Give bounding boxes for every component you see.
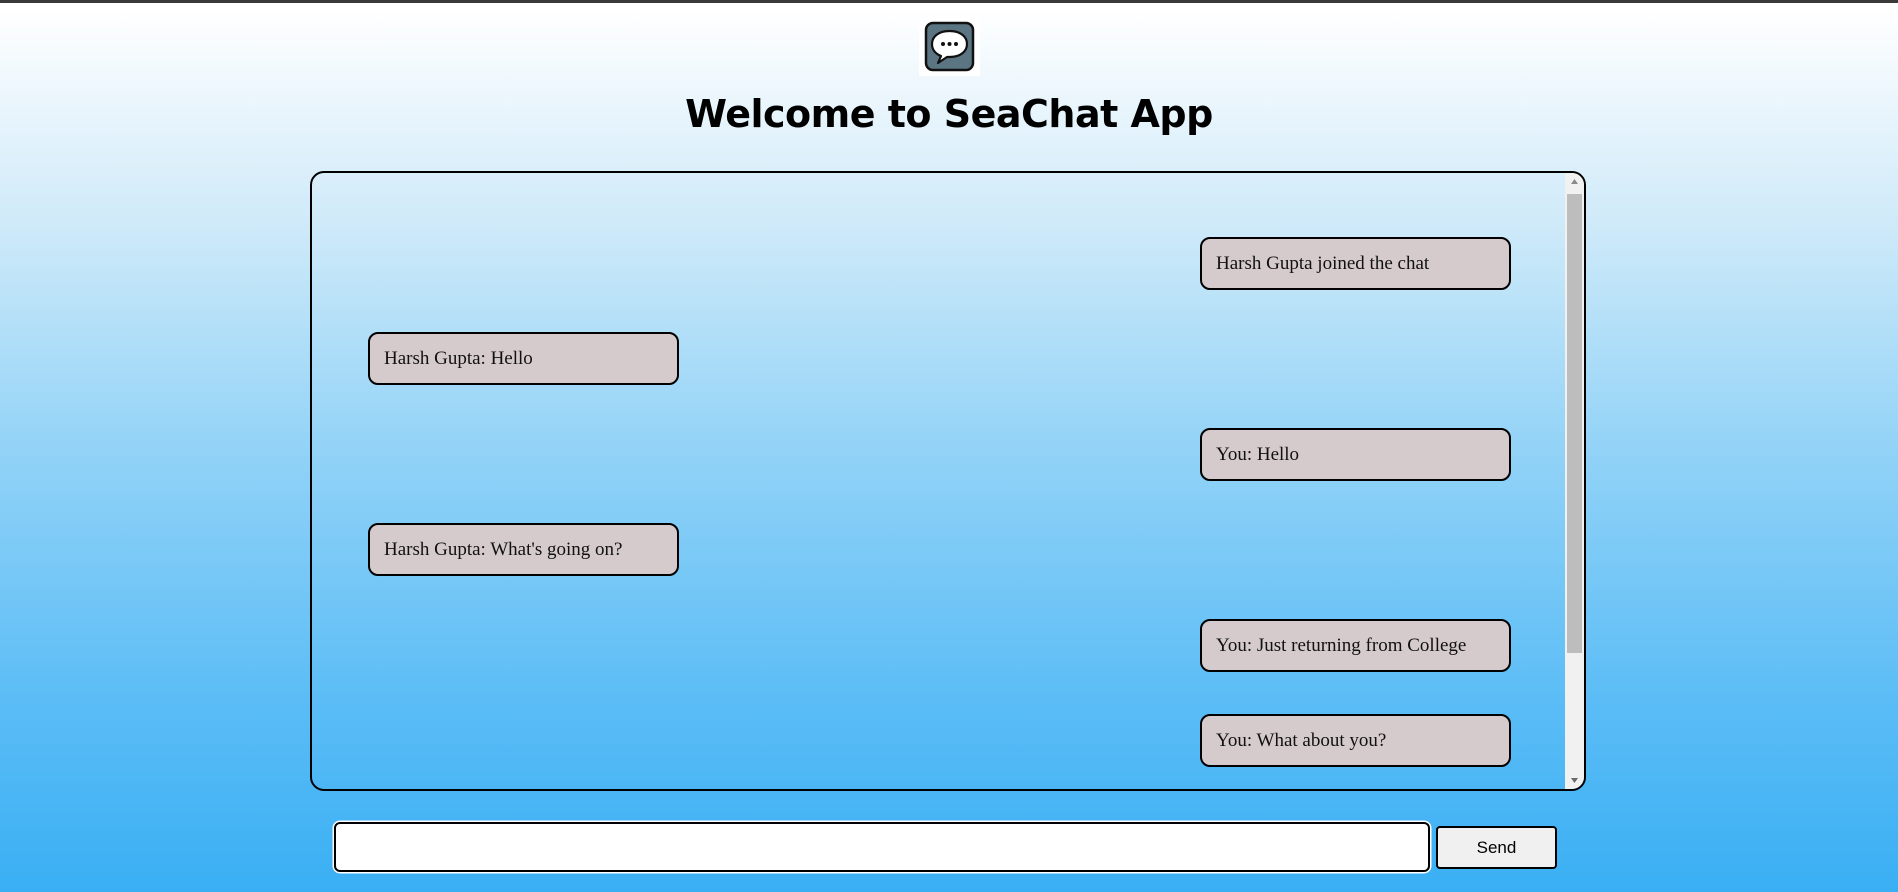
message-bubble: Harsh Gupta: What's going on? <box>368 523 679 576</box>
chat-messages-container[interactable]: Harsh Gupta joined the chat Harsh Gupta:… <box>310 171 1586 791</box>
send-button[interactable]: Send <box>1436 826 1557 869</box>
message-bubble: You: What about you? <box>1200 714 1511 767</box>
window-top-border <box>0 0 1898 3</box>
message-bubble: Harsh Gupta joined the chat <box>1200 237 1511 290</box>
scroll-up-arrow-icon[interactable] <box>1565 173 1584 190</box>
chat-scrollbar[interactable] <box>1565 173 1584 789</box>
message-bubble: Harsh Gupta: Hello <box>368 332 679 385</box>
message-bubble: You: Just returning from College <box>1200 619 1511 672</box>
page-title: Welcome to SeaChat App <box>685 92 1213 136</box>
scrollbar-thumb[interactable] <box>1567 194 1582 653</box>
message-input[interactable] <box>334 822 1430 872</box>
message-bubble: You: Hello <box>1200 428 1511 481</box>
scroll-down-arrow-icon[interactable] <box>1565 772 1584 789</box>
chat-bubble-icon <box>919 18 980 76</box>
